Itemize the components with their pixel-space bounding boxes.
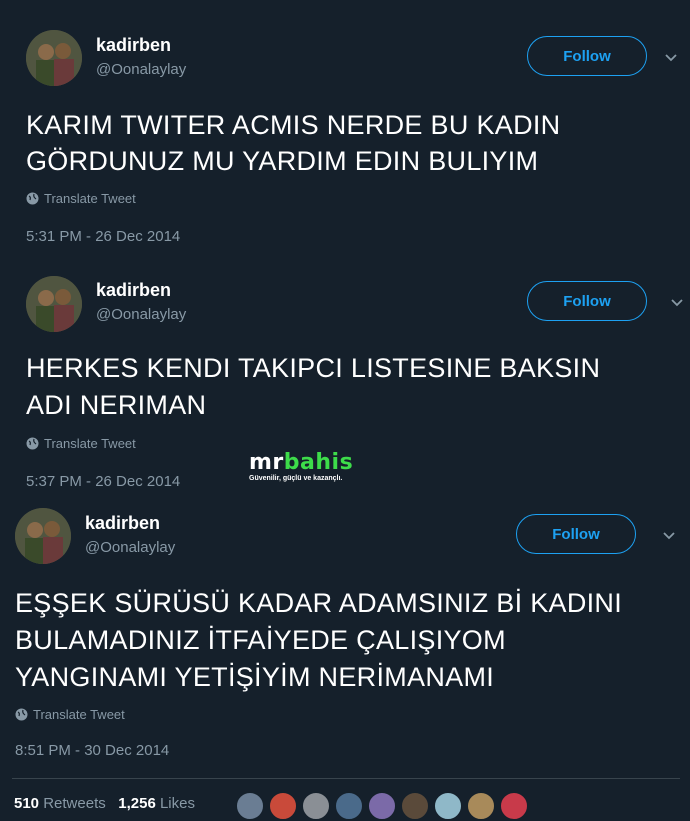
liker-avatar[interactable]	[302, 792, 330, 820]
watermark-tagline: Güvenilir, güçlü ve kazançlı.	[249, 475, 343, 482]
chevron-down-icon[interactable]	[662, 529, 676, 543]
avatar[interactable]	[15, 508, 71, 564]
username[interactable]: @Oonalaylay	[96, 61, 186, 78]
tweet-timestamp[interactable]: 5:37 PM - 26 Dec 2014	[26, 473, 180, 490]
avatar-photo-icon	[15, 508, 71, 564]
tweet-text-line: EŞŞEK SÜRÜSÜ KADAR ADAMSINIZ Bİ KADINI	[15, 588, 623, 618]
liker-avatar[interactable]	[335, 792, 363, 820]
liker-avatar[interactable]	[401, 792, 429, 820]
likers-avatar-row	[236, 792, 533, 820]
chevron-down-icon[interactable]	[664, 51, 678, 65]
display-name[interactable]: kadirben	[85, 513, 160, 534]
retweets-label: Retweets	[43, 795, 106, 812]
tweet-text-line: KARIM TWITER ACMIS NERDE BU KADIN	[26, 110, 561, 140]
translate-tweet-label: Translate Tweet	[44, 436, 136, 451]
translate-tweet-link[interactable]: Translate Tweet	[15, 707, 125, 722]
mrbahis-watermark-logo: mrbahis Güvenilir, güçlü ve kazançlı.	[249, 451, 369, 483]
chevron-down-icon[interactable]	[670, 296, 684, 310]
tweet-text-line: GÖRDUNUZ MU YARDIM EDIN BULIYIM	[26, 146, 539, 176]
divider	[12, 778, 680, 779]
liker-avatar[interactable]	[467, 792, 495, 820]
display-name[interactable]: kadirben	[96, 35, 171, 56]
tweet-timestamp[interactable]: 8:51 PM - 30 Dec 2014	[15, 742, 169, 759]
follow-button[interactable]: Follow	[527, 281, 647, 321]
liker-avatar[interactable]	[236, 792, 264, 820]
avatar-photo-icon	[26, 276, 82, 332]
translate-tweet-label: Translate Tweet	[33, 707, 125, 722]
retweets-stat[interactable]: 510 Retweets	[14, 795, 106, 812]
liker-avatar[interactable]	[368, 792, 396, 820]
globe-icon	[15, 708, 28, 721]
liker-avatar[interactable]	[500, 792, 528, 820]
username[interactable]: @Oonalaylay	[96, 306, 186, 323]
display-name[interactable]: kadirben	[96, 280, 171, 301]
engagement-stats: 510 Retweets 1,256 Likes	[14, 795, 195, 812]
translate-tweet-label: Translate Tweet	[44, 191, 136, 206]
likes-stat[interactable]: 1,256 Likes	[118, 795, 195, 812]
tweet-text-line: BULAMADINIZ İTFAİYEDE ÇALIŞIYOM	[15, 625, 506, 655]
watermark-brand-mr: mr	[249, 450, 284, 475]
globe-icon	[26, 192, 39, 205]
avatar-photo-icon	[26, 30, 82, 86]
tweet-text-line: ADI NERIMAN	[26, 390, 207, 420]
tweet-timestamp[interactable]: 5:31 PM - 26 Dec 2014	[26, 228, 180, 245]
watermark-brand: mrbahis	[249, 451, 369, 475]
username[interactable]: @Oonalaylay	[85, 539, 175, 556]
retweets-count: 510	[14, 795, 40, 812]
watermark-brand-bahis: bahis	[283, 450, 354, 475]
liker-avatar[interactable]	[434, 792, 462, 820]
avatar[interactable]	[26, 30, 82, 86]
follow-button[interactable]: Follow	[527, 36, 647, 76]
translate-tweet-link[interactable]: Translate Tweet	[26, 191, 136, 206]
tweet-text-line: HERKES KENDI TAKIPCI LISTESINE BAKSIN	[26, 353, 601, 383]
liker-avatar[interactable]	[269, 792, 297, 820]
tweet-text-line: YANGINAMI YETİŞİYİM NERİMANAMI	[15, 662, 495, 692]
likes-label: Likes	[159, 795, 195, 812]
follow-button[interactable]: Follow	[516, 514, 636, 554]
translate-tweet-link[interactable]: Translate Tweet	[26, 436, 136, 451]
avatar[interactable]	[26, 276, 82, 332]
likes-count: 1,256	[118, 795, 156, 812]
globe-icon	[26, 437, 39, 450]
tweet-thread-screenshot: kadirben @Oonalaylay Follow KARIM TWITER…	[0, 0, 690, 821]
